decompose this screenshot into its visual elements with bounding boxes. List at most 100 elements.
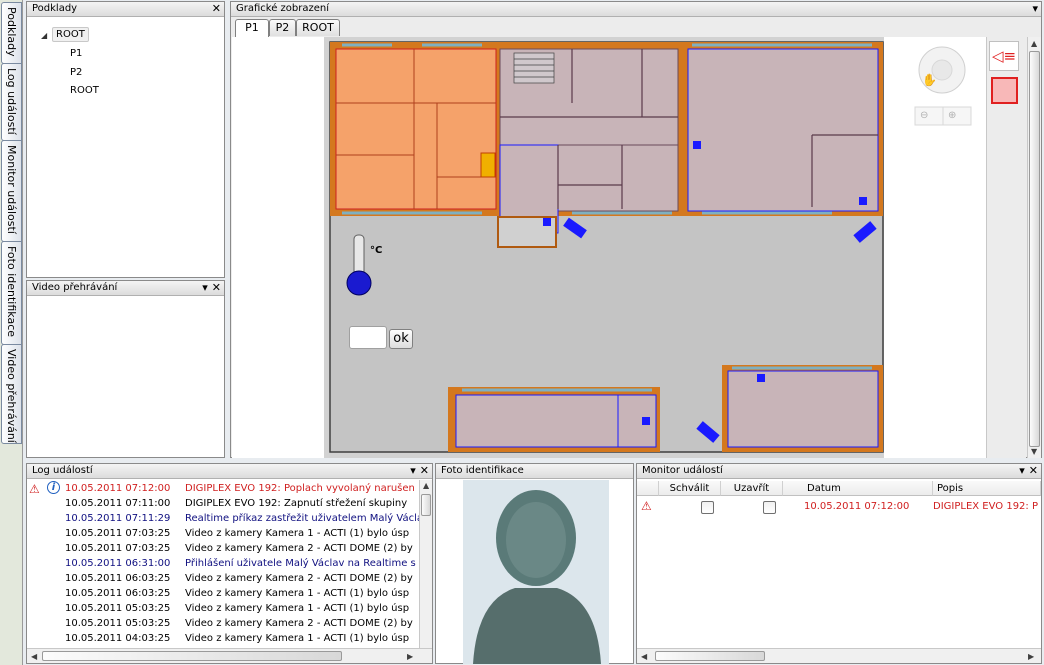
side-tab-foto[interactable]: Foto identifikace [1,241,22,345]
foto-panel: Foto identifikace [435,463,634,664]
ok-button[interactable]: ok [389,329,413,349]
log-text: Realtime příkaz zastřežit uživatelem Mal… [185,513,419,524]
pan-hand-icon[interactable]: ✋ [922,73,937,87]
side-tab-video[interactable]: Video přehrávání [1,344,22,444]
tree-item-p2[interactable]: P2 [70,67,82,78]
temperature-unit: °C [370,245,383,256]
close-icon[interactable]: ✕ [420,464,429,477]
scroll-left-icon[interactable]: ◀ [31,652,37,661]
log-text: DIGIPLEX EVO 192: Zapnutí střežení skupi… [185,498,408,509]
tab-p2[interactable]: P2 [269,19,296,36]
monitor-hscroll[interactable]: ◀ ▶ [637,648,1041,663]
portrait-silhouette [473,490,601,664]
scroll-left-icon[interactable]: ◀ [641,652,647,661]
video-panel: Video přehrávání ▾ ✕ [26,280,225,458]
log-date: 10.05.2011 05:03:25 [65,618,171,629]
graphics-title-bar: Grafické zobrazení ▾ [231,2,1041,17]
graphics-panel: Grafické zobrazení ▾ P1 P2 ROOT °C ok ✋ … [230,1,1042,458]
log-title-bar: Log událostí ▾ ✕ [27,464,432,479]
podklady-title: Podklady [32,3,78,14]
log-date: 10.05.2011 07:12:00 [65,483,171,494]
log-date: 10.05.2011 07:11:29 [65,513,171,524]
graphics-vscroll-thumb[interactable] [1029,51,1040,447]
tree-expander-icon[interactable]: ◢ [41,31,47,40]
monitor-header-row: Schválit Uzavřít Datum Popis [637,481,1041,497]
log-panel: Log událostí ▾ ✕ ⚠ i 10.05.2011 07:12:00 … [26,463,433,664]
uzavrit-checkbox[interactable] [763,501,776,514]
log-title: Log událostí [32,465,93,476]
tab-p1[interactable]: P1 [235,19,269,37]
log-text: Přihlášení uživatele Malý Václav na Real… [185,558,416,569]
log-hscroll[interactable]: ◀ ▶ [27,648,432,663]
zoom-out-icon[interactable]: ⊖ [920,110,928,121]
identification-photo [463,480,609,664]
scroll-up-icon[interactable]: ▲ [423,481,429,490]
floorplan-svg [324,37,972,458]
tree-item-root[interactable]: ROOT [52,27,89,42]
log-date: 10.05.2011 06:03:25 [65,588,171,599]
pin-icon[interactable]: ▾ [202,281,208,294]
log-date: 10.05.2011 05:03:25 [65,603,171,614]
monitor-title-bar: Monitor událostí ▾ ✕ [637,464,1041,479]
side-tab-label: Video přehrávání [5,349,18,443]
podklady-panel: Podklady ✕ ◢ ROOT P1 P2 ROOT [26,1,225,278]
tab-root[interactable]: ROOT [296,19,340,36]
log-vscroll[interactable]: ▲ [419,480,432,648]
side-tab-log[interactable]: Log událostí [1,63,22,141]
graphics-vscroll[interactable]: ▲ ▼ [1027,37,1041,458]
column-header-uzavrit[interactable]: Uzavřít [721,481,783,496]
scroll-right-icon[interactable]: ▶ [407,652,413,661]
pin-icon[interactable]: ▾ [410,464,416,477]
log-text: Video z kamery Kamera 1 - ACTI (1) bylo … [185,603,410,614]
side-tab-label: Log událostí [5,68,18,135]
podklady-title-bar: Podklady ✕ [27,2,224,17]
alarm-zone-icon[interactable] [991,77,1018,104]
close-icon[interactable]: ✕ [1029,464,1038,477]
schvalit-checkbox[interactable] [701,501,714,514]
log-date: 10.05.2011 06:03:25 [65,573,171,584]
monitor-description: DIGIPLEX EVO 192: P [933,501,1038,512]
scroll-up-icon[interactable]: ▲ [1031,39,1037,48]
tool-strip: ◁≡ [986,37,1026,458]
log-hscroll-thumb[interactable] [42,651,342,661]
column-header-schvalit[interactable]: Schválit [659,481,721,496]
zoom-in-icon[interactable]: ⊕ [948,110,956,121]
menu-arrow-icon[interactable]: ▾ [1032,2,1038,15]
log-list: ⚠ i 10.05.2011 07:12:00 DIGIPLEX EVO 192… [27,480,419,648]
side-tab-label: Monitor událostí [5,145,18,234]
log-text: Video z kamery Kamera 2 - ACTI DOME (2) … [185,573,413,584]
log-date: 10.05.2011 07:11:00 [65,498,171,509]
log-text: Video z kamery Kamera 1 - ACTI (1) bylo … [185,633,410,644]
foto-title-bar: Foto identifikace [436,464,633,479]
scroll-right-icon[interactable]: ▶ [1028,652,1034,661]
log-vscroll-thumb[interactable] [421,494,431,516]
setpoint-input[interactable] [349,326,387,349]
siren-icon[interactable]: ◁≡ [989,41,1019,71]
log-text: DIGIPLEX EVO 192: Poplach vyvolaný naruš… [185,483,415,494]
monitor-hscroll-thumb[interactable] [655,651,765,661]
pin-icon[interactable]: ▾ [1019,464,1025,477]
side-tab-label: Podklady [5,7,18,57]
column-header-icon[interactable] [637,481,659,496]
log-text: Video z kamery Kamera 2 - ACTI DOME (2) … [185,543,413,554]
monitor-row[interactable]: ⚠ 10.05.2011 07:12:00 DIGIPLEX EVO 192: … [637,499,1041,516]
tree-item-p1[interactable]: P1 [70,48,82,59]
close-icon[interactable]: ✕ [212,2,221,15]
scroll-down-icon[interactable]: ▼ [1031,447,1037,456]
side-tab-podklady[interactable]: Podklady [1,2,22,64]
column-header-popis[interactable]: Popis [933,481,1041,496]
foto-title: Foto identifikace [441,465,524,476]
log-date: 10.05.2011 04:03:25 [65,633,171,644]
graphics-title: Grafické zobrazení [236,3,330,14]
monitor-title: Monitor událostí [642,465,723,476]
monitor-panel: Monitor událostí ▾ ✕ Schválit Uzavřít Dat… [636,463,1042,664]
video-title: Video přehrávání [32,282,118,293]
side-tab-monitor[interactable]: Monitor událostí [1,140,22,242]
video-title-bar: Video přehrávání ▾ ✕ [27,281,224,296]
tree-item-root-2[interactable]: ROOT [70,85,99,96]
column-header-datum[interactable]: Datum [783,481,933,496]
log-date: 10.05.2011 06:31:00 [65,558,171,569]
log-text: Video z kamery Kamera 1 - ACTI (1) bylo … [185,588,410,599]
floorplan-canvas[interactable]: °C ok ✋ ⊖ ⊕ [232,37,1026,458]
close-icon[interactable]: ✕ [212,281,221,294]
